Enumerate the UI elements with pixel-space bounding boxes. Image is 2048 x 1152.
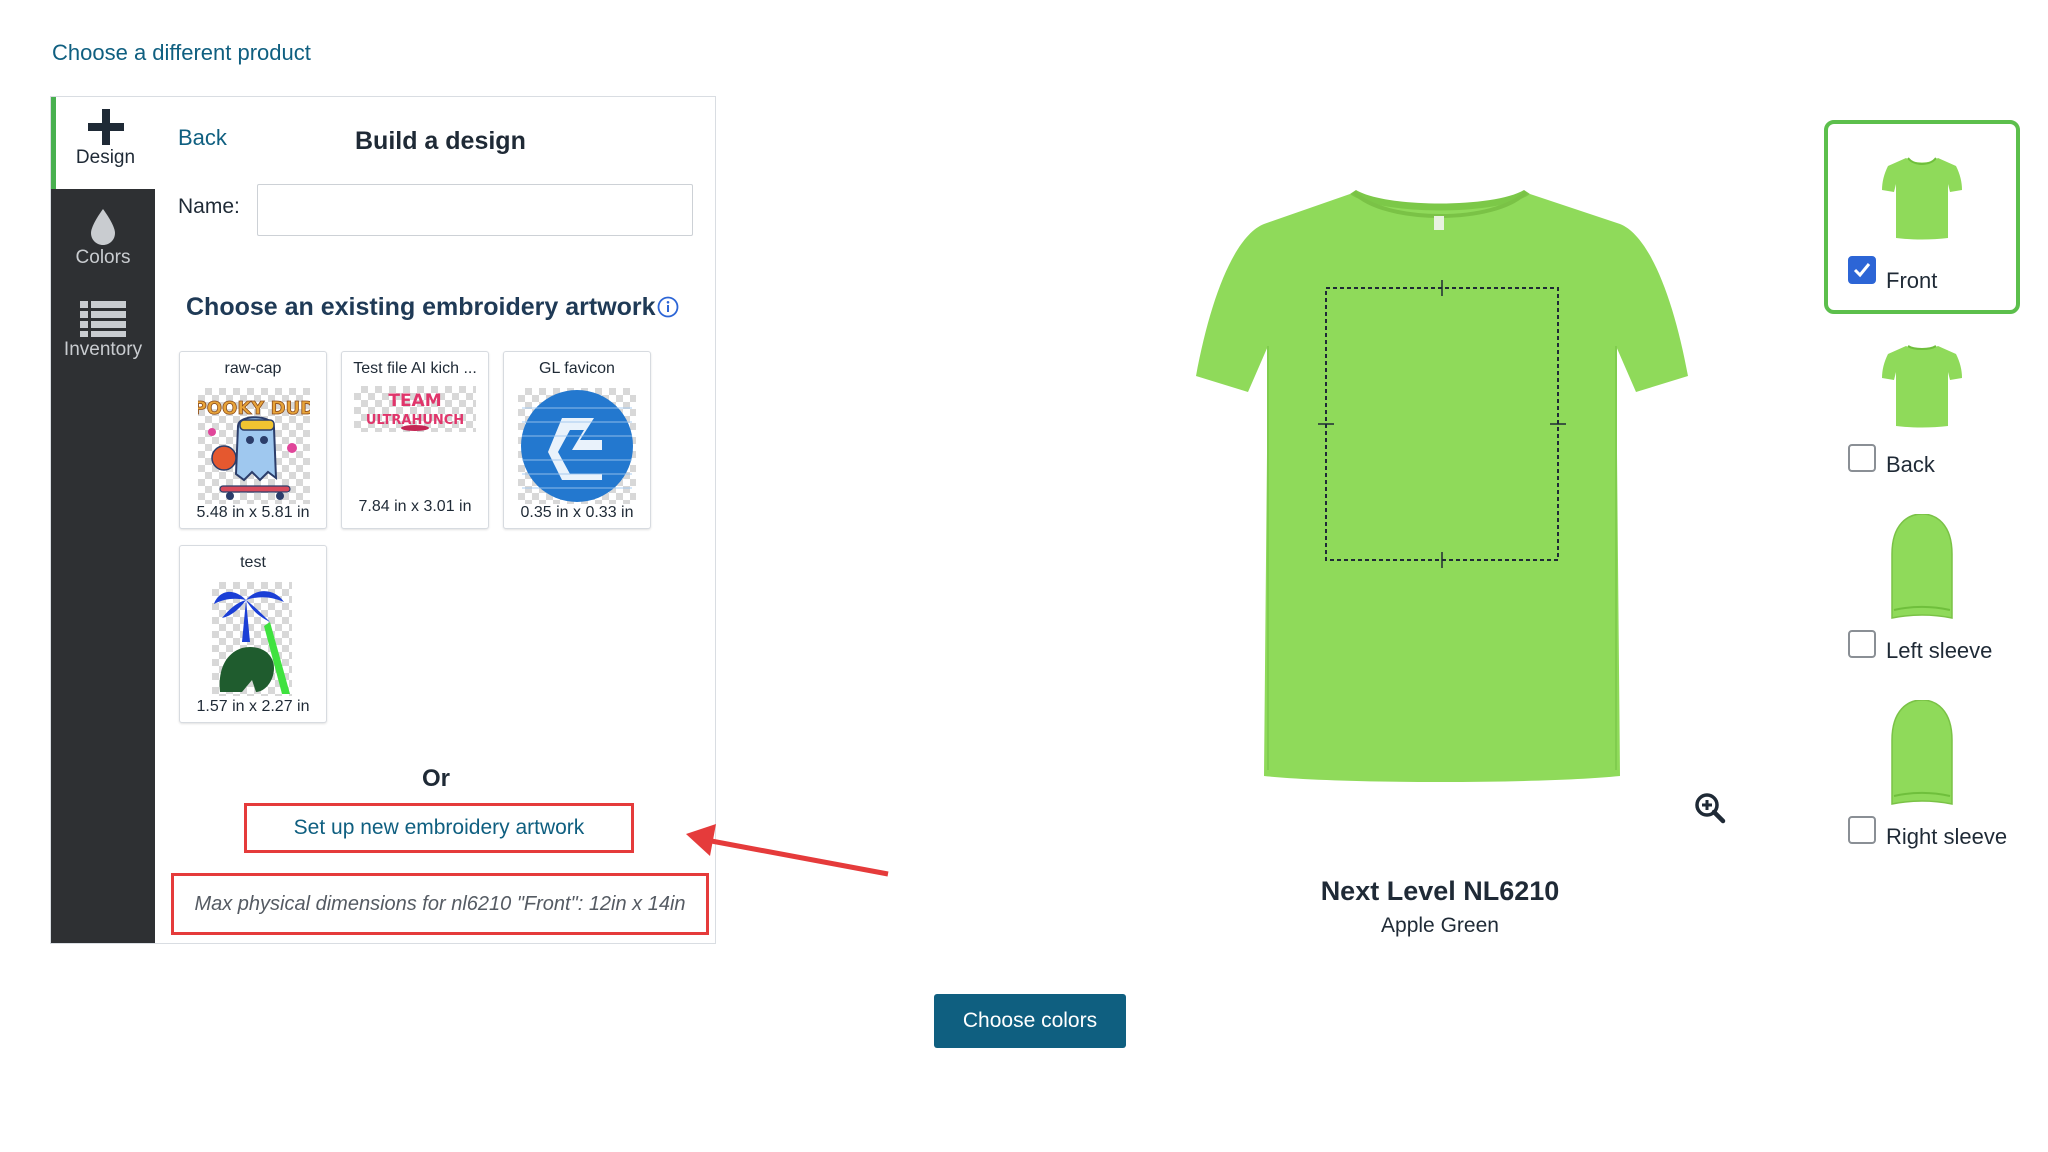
svg-text:TEAM: TEAM: [388, 391, 441, 411]
product-color-name: Apple Green: [1381, 914, 1499, 937]
info-icon[interactable]: [657, 296, 679, 323]
artwork-card-raw-cap[interactable]: raw-cap SPOOKY DUDE 5.48 in x 5.81 in: [179, 351, 328, 529]
view-label: Left sleeve: [1886, 638, 1993, 663]
front-view-checkbox[interactable]: [1848, 256, 1876, 284]
back-view-checkbox[interactable]: [1848, 444, 1876, 472]
artwork-thumbnail: TEAM ULTRAHUNCH: [354, 386, 476, 432]
tshirt-image: [1196, 190, 1688, 782]
artwork-card-test-file[interactable]: Test file AI kich ... TEAM ULTRAHUNCH 7.…: [341, 351, 489, 529]
artwork-dimensions: 0.35 in x 0.33 in: [520, 504, 634, 521]
back-view-thumbnail: [1882, 340, 1962, 435]
artwork-thumbnail: SPOOKY DUDE: [180, 388, 328, 504]
name-label: Name:: [178, 195, 240, 218]
right-sleeve-checkbox[interactable]: [1848, 816, 1876, 844]
front-view-thumbnail: [1882, 152, 1962, 247]
plus-icon: [56, 97, 155, 147]
artwork-title: GL favicon: [539, 360, 615, 377]
artwork-thumbnail: [212, 582, 292, 696]
product-name: Next Level NL6210: [1320, 876, 1560, 906]
max-dimensions-note: Max physical dimensions for nl6210 "Fron…: [171, 873, 709, 935]
sidebar-item-label: Colors: [75, 247, 131, 268]
artwork-dimensions: 7.84 in x 3.01 in: [358, 498, 472, 515]
annotation-arrow: [686, 824, 889, 877]
artwork-title: test: [240, 554, 266, 571]
product-preview: [1180, 180, 1700, 800]
artwork-dimensions: 1.57 in x 2.27 in: [196, 698, 310, 715]
sidebar-item-label: Inventory: [63, 339, 143, 360]
artwork-thumbnail: [518, 388, 636, 504]
choose-different-product-link[interactable]: Choose a different product: [52, 40, 311, 66]
left-sleeve-thumbnail: [1890, 513, 1954, 625]
view-label: Right sleeve: [1886, 824, 2008, 849]
view-option-back[interactable]: Back: [1824, 336, 2020, 477]
view-option-front[interactable]: Front: [1824, 120, 2020, 314]
choose-colors-button[interactable]: Choose colors: [934, 994, 1126, 1048]
right-sleeve-thumbnail: [1890, 699, 1954, 811]
name-input[interactable]: [257, 184, 693, 236]
drop-icon: [51, 197, 155, 247]
section-title: Choose an existing embroidery artwork: [186, 293, 656, 321]
sidebar-item-colors[interactable]: Colors: [51, 197, 155, 289]
view-option-left-sleeve[interactable]: Left sleeve: [1824, 513, 2020, 664]
artwork-card-test[interactable]: test 1.57 in x 2.27 in: [179, 545, 327, 723]
sidebar-rail: Design Colors Inventory: [51, 97, 155, 943]
svg-text:SPOOKY DUDE: SPOOKY DUDE: [198, 398, 310, 419]
list-icon: [51, 289, 155, 339]
artwork-dimensions: 5.48 in x 5.81 in: [196, 504, 310, 521]
new-embroidery-artwork-button[interactable]: Set up new embroidery artwork: [244, 803, 634, 853]
sidebar-item-design[interactable]: Design: [51, 97, 155, 189]
design-panel: Design Colors Inventory Back Build a des…: [50, 96, 716, 944]
or-divider-label: Or: [421, 765, 450, 792]
artwork-title: Test file AI kich ...: [353, 360, 477, 377]
artwork-title: raw-cap: [224, 360, 282, 377]
view-label: Back: [1886, 452, 1935, 477]
left-sleeve-checkbox[interactable]: [1848, 630, 1876, 658]
zoom-in-icon[interactable]: [1694, 792, 1726, 829]
back-link[interactable]: Back: [178, 125, 227, 151]
sidebar-item-inventory[interactable]: Inventory: [51, 289, 155, 381]
sidebar-item-label: Design: [75, 147, 136, 168]
view-option-right-sleeve[interactable]: Right sleeve: [1824, 699, 2020, 850]
artwork-card-gl-favicon[interactable]: GL favicon 0.35 in x 0.33 in: [503, 351, 651, 529]
panel-title: Build a design: [355, 127, 526, 155]
view-label: Front: [1886, 268, 1938, 293]
